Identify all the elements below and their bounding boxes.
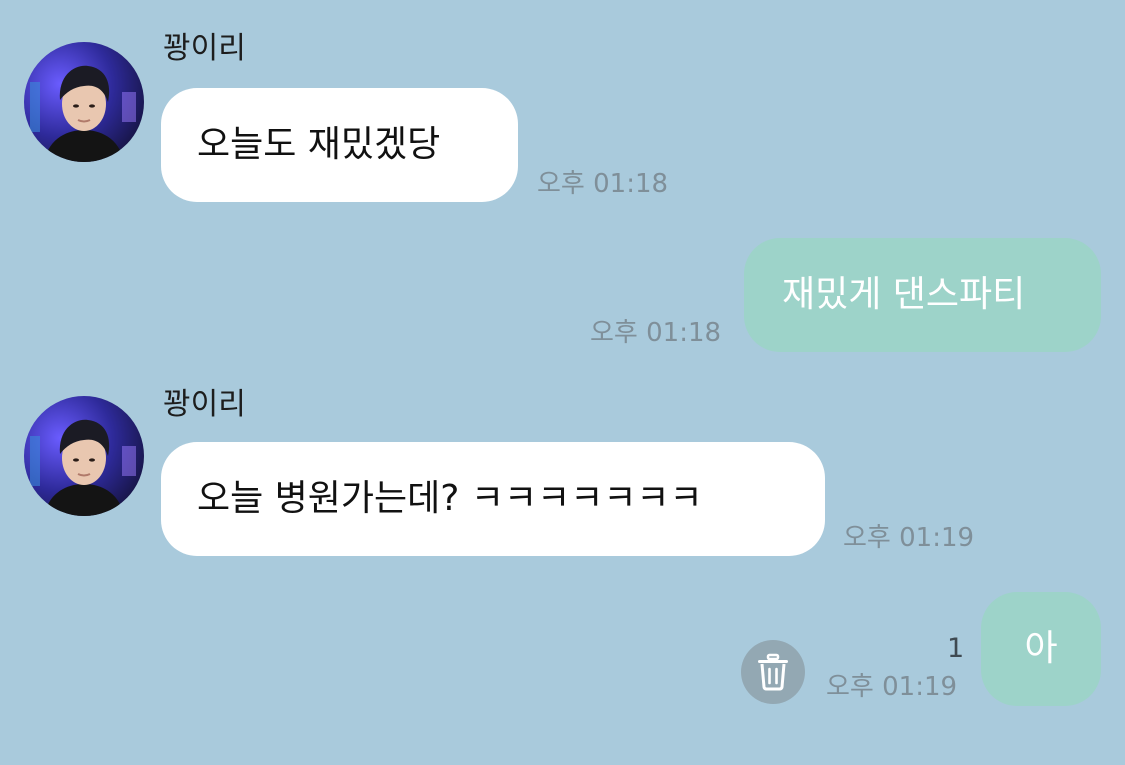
message-timestamp: 오후 01:18 bbox=[537, 169, 669, 199]
message-timestamp: 오후 01:19 bbox=[826, 672, 958, 702]
outgoing-message-bubble[interactable]: 재밌게 댄스파티 bbox=[744, 238, 1101, 352]
delete-button[interactable] bbox=[741, 640, 805, 704]
incoming-message-bubble[interactable]: 오늘도 재밌겠당 bbox=[161, 88, 518, 202]
trash-icon bbox=[758, 653, 788, 691]
message-text: 오늘 병원가는데? ㅋㅋㅋㅋㅋㅋㅋ bbox=[197, 478, 703, 519]
profile-photo bbox=[24, 42, 144, 162]
profile-photo bbox=[24, 396, 144, 516]
outgoing-message-bubble[interactable]: 아 bbox=[981, 592, 1101, 706]
unread-count: 1 bbox=[947, 633, 965, 664]
sender-name: 꽝이리 bbox=[163, 31, 246, 66]
message-text: 아 bbox=[1024, 628, 1058, 669]
message-timestamp: 오후 01:19 bbox=[843, 523, 975, 553]
message-timestamp: 오후 01:18 bbox=[590, 318, 722, 348]
message-text: 재밌게 댄스파티 bbox=[782, 274, 1026, 315]
sender-avatar[interactable] bbox=[24, 42, 144, 162]
incoming-message-bubble[interactable]: 오늘 병원가는데? ㅋㅋㅋㅋㅋㅋㅋ bbox=[161, 442, 825, 556]
sender-avatar[interactable] bbox=[24, 396, 144, 516]
message-text: 오늘도 재밌겠당 bbox=[197, 124, 441, 165]
sender-name: 꽝이리 bbox=[163, 387, 246, 422]
chat-thread: 꽝이리 오늘도 재밌겠당 오후 01:18 오후 01:18 재밌게 댄스파티 bbox=[0, 0, 1125, 765]
